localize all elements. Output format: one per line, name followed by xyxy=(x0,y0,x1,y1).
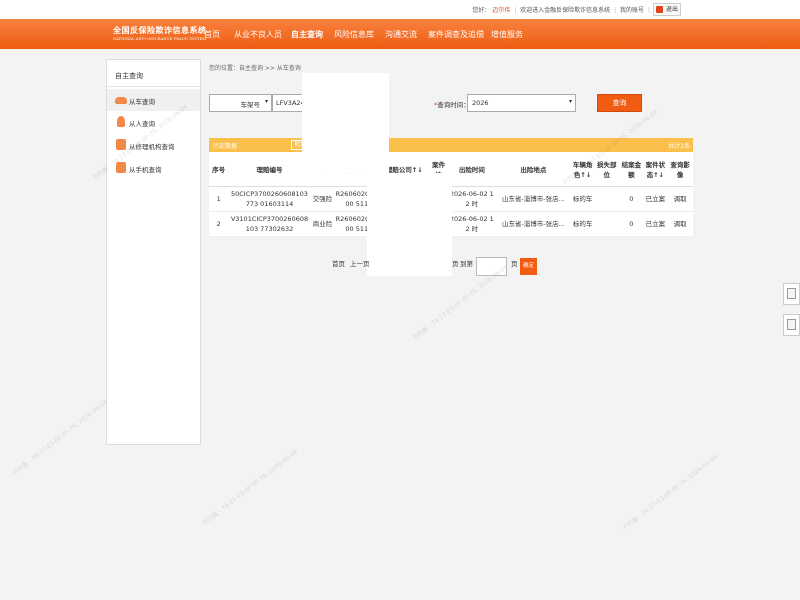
total-count: 共计2条 xyxy=(668,143,690,150)
pager-first[interactable]: 首页 xyxy=(332,258,345,268)
chevron-down-icon: ▾ xyxy=(264,98,268,105)
main-nav: 全国反保险欺诈信息系统 NATIONAL ANTI-INSURANCE FRAU… xyxy=(0,19,800,49)
person-icon xyxy=(117,116,125,127)
breadcrumb: 您的位置：自主查询 >> 从车查询 xyxy=(209,65,301,72)
welcome-text: 欢迎进入金融反保险欺诈信息系统 xyxy=(520,7,611,14)
sidebar: 自主查询 从车查询 从人查询 从修理机构查询 从手机查询 xyxy=(106,59,201,445)
col-header: 序号 xyxy=(209,152,229,187)
my-account-link[interactable]: 我的账号 xyxy=(620,7,644,14)
nav-value-added[interactable]: 增值服务 xyxy=(491,29,523,40)
query-button[interactable]: 查询 xyxy=(597,94,642,112)
greeting: 您好： xyxy=(472,7,491,14)
watermark: 子烈鑫 - 74-27-E3-0F-0F-76, 2026-06-04 xyxy=(621,453,719,533)
history-label: 历史数据 xyxy=(213,143,238,150)
nav-self-query[interactable]: 自主查询 xyxy=(291,29,323,40)
chevron-down-icon: ▾ xyxy=(568,98,572,105)
query-time-select[interactable]: 2026 ▾ xyxy=(467,94,576,112)
retrieve-image-link[interactable]: 调取 xyxy=(667,186,693,212)
nav-risk-db[interactable]: 风险信息库 xyxy=(334,29,374,40)
top-bar: 您好： 迈尔伟 | 欢迎进入金融反保险欺诈信息系统 | 我的账号 | 退出 xyxy=(0,0,800,19)
user-info: 您好： 迈尔伟 | 欢迎进入金融反保险欺诈信息系统 | 我的账号 | xyxy=(472,7,650,14)
logout-icon xyxy=(656,6,663,13)
go-button[interactable]: 确定 xyxy=(520,258,537,275)
watermark: 子烈鑫 - 74-27-E3-0F-0F-76, 2026-06-04 xyxy=(11,398,109,478)
car-icon xyxy=(115,97,127,104)
watermark: 子烈鑫 - 74-27-E3-0F-0F-76, 2026-06-04 xyxy=(201,448,299,528)
nav-case-investigation[interactable]: 案件调查及追偿 xyxy=(428,29,484,40)
nav-home[interactable]: 首页 xyxy=(204,29,220,40)
sidebar-title: 自主查询 xyxy=(115,72,143,80)
pager-page-suffix: 页 xyxy=(452,260,459,268)
username: 迈尔伟 xyxy=(492,7,511,14)
search-type-select[interactable]: 车架号 ▾ xyxy=(209,94,272,112)
floating-service-icon[interactable] xyxy=(783,314,800,336)
query-time-label: *查询时间： xyxy=(434,101,470,109)
col-header: 出险时间 xyxy=(447,152,496,187)
nav-communication[interactable]: 沟通交流 xyxy=(385,29,417,40)
redaction-mask xyxy=(302,73,389,173)
retrieve-image-link[interactable]: 调取 xyxy=(667,211,693,237)
pager-unit: 页 xyxy=(511,260,518,268)
pager-jump-label: 到第 xyxy=(460,260,473,268)
image-icon xyxy=(787,319,796,330)
redaction-mask xyxy=(367,173,452,276)
image-icon xyxy=(787,288,796,299)
col-header: 理赔编号 xyxy=(228,152,311,187)
nav-bad-personnel[interactable]: 从业不良人员 xyxy=(234,29,282,40)
logout-button[interactable]: 退出 xyxy=(653,3,682,16)
pager-prev[interactable]: 上一页 xyxy=(350,258,370,268)
vin-input[interactable]: LFV3A24G xyxy=(272,94,310,112)
floating-service-icon[interactable] xyxy=(783,283,800,305)
col-header: 出险地点 xyxy=(495,152,571,187)
logo: 全国反保险欺诈信息系统 NATIONAL ANTI-INSURANCE FRAU… xyxy=(113,25,207,41)
col-header-sortable[interactable]: 案件状态↑↓ xyxy=(643,152,668,187)
col-header: 查询影像 xyxy=(667,152,693,187)
col-header: 结案金额 xyxy=(619,152,644,187)
